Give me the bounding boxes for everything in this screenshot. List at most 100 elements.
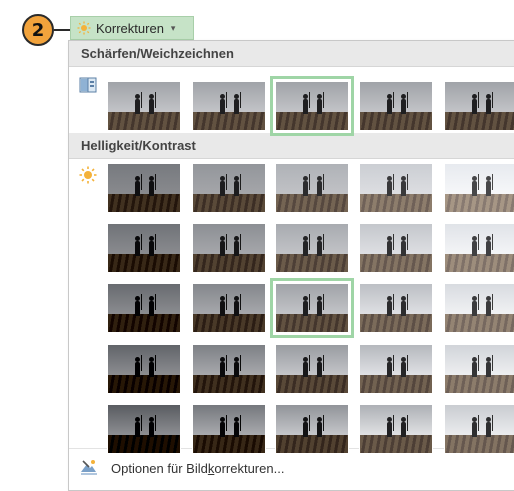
thumbnail-pole: [478, 415, 479, 431]
correction-thumbnail[interactable]: [192, 283, 266, 333]
correction-thumbnail[interactable]: [444, 223, 514, 273]
correction-thumbnail[interactable]: [275, 223, 349, 273]
thumbnail-figure: [317, 296, 322, 316]
korrekturen-label: Korrekturen: [96, 20, 164, 36]
correction-thumbnail[interactable]: [107, 81, 181, 131]
thumbnail-pole: [309, 174, 310, 190]
correction-thumbnail[interactable]: [359, 404, 433, 454]
thumbnail-figure: [220, 417, 225, 437]
thumbnail-rocks: [276, 434, 348, 453]
sharpen-icon: [79, 76, 97, 94]
sun-icon: [77, 21, 91, 35]
correction-thumbnail[interactable]: [359, 283, 433, 333]
correction-thumbnail[interactable]: [359, 163, 433, 213]
thumbnail-pole: [323, 294, 324, 310]
thumbnail-pole: [407, 92, 408, 108]
thumbnail-pole: [309, 415, 310, 431]
thumbnail-figure: [234, 296, 239, 316]
thumbnail-figure: [234, 357, 239, 377]
thumbnail-pole: [141, 174, 142, 190]
thumbnail-pole: [141, 415, 142, 431]
thumbnail-pole: [393, 174, 394, 190]
thumbnail-figure: [234, 417, 239, 437]
correction-thumbnail[interactable]: [192, 404, 266, 454]
thumbnail-figure: [149, 357, 154, 377]
thumbnail-pole: [407, 174, 408, 190]
correction-thumbnail[interactable]: [444, 163, 514, 213]
correction-thumbnail[interactable]: [270, 76, 354, 136]
thumbnail-pole: [240, 174, 241, 190]
thumbnail-figure: [317, 176, 322, 196]
thumbnail-figure: [303, 296, 308, 316]
thumbnail-rocks: [360, 193, 432, 212]
thumbnail-pole: [393, 294, 394, 310]
thumbnail-figure: [149, 236, 154, 256]
thumbnail-rocks: [445, 193, 514, 212]
correction-thumbnail[interactable]: [444, 81, 514, 131]
thumbnail-rocks: [360, 111, 432, 130]
correction-thumbnail[interactable]: [107, 344, 181, 394]
correction-thumbnail[interactable]: [107, 223, 181, 273]
correction-thumbnail[interactable]: [192, 223, 266, 273]
thumbnail-figure: [317, 94, 322, 114]
thumbnail-figure: [135, 417, 140, 437]
thumbnail-pole: [323, 355, 324, 371]
korrekturen-dropdown-button[interactable]: Korrekturen ▾: [70, 16, 194, 40]
thumbnail-figure: [472, 94, 477, 114]
correction-thumbnail[interactable]: [107, 283, 181, 333]
thumbnail-pole: [393, 234, 394, 250]
thumbnail-figure: [317, 236, 322, 256]
correction-thumbnail[interactable]: [270, 278, 354, 338]
correction-thumbnail[interactable]: [192, 163, 266, 213]
thumbnail-figure: [220, 176, 225, 196]
thumbnail-figure: [220, 236, 225, 256]
thumbnail-figure: [472, 357, 477, 377]
correction-thumbnail[interactable]: [444, 404, 514, 454]
step-callout-badge: 2: [22, 14, 54, 46]
thumbnail-figure: [317, 417, 322, 437]
thumbnail-figure: [401, 236, 406, 256]
thumbnail-figure: [486, 417, 491, 437]
thumbnail-pole: [478, 174, 479, 190]
thumbnail-rocks: [193, 434, 265, 453]
thumbnail-figure: [317, 357, 322, 377]
section-header-brightness: Helligkeit/Kontrast: [69, 133, 514, 159]
correction-thumbnail[interactable]: [444, 344, 514, 394]
thumbnail-pole: [492, 355, 493, 371]
thumbnail-rocks: [193, 193, 265, 212]
thumbnail-figure: [303, 176, 308, 196]
thumbnail-pole: [393, 355, 394, 371]
thumbnail-figure: [135, 357, 140, 377]
thumbnail-figure: [303, 236, 308, 256]
correction-thumbnail[interactable]: [107, 404, 181, 454]
thumbnail-figure: [303, 417, 308, 437]
correction-thumbnail[interactable]: [359, 344, 433, 394]
correction-thumbnail[interactable]: [359, 223, 433, 273]
thumbnail-rocks: [108, 253, 180, 272]
picture-corrections-options-link[interactable]: Optionen für Bildkorrekturen...: [69, 448, 514, 488]
thumbnail-figure: [234, 176, 239, 196]
thumbnail-figure: [135, 176, 140, 196]
correction-thumbnail[interactable]: [107, 163, 181, 213]
thumbnail-figure: [486, 176, 491, 196]
thumbnail-pole: [155, 294, 156, 310]
correction-thumbnail[interactable]: [444, 283, 514, 333]
correction-thumbnail[interactable]: [275, 344, 349, 394]
thumbnail-pole: [323, 234, 324, 250]
thumbnail-pole: [492, 92, 493, 108]
correction-thumbnail[interactable]: [192, 344, 266, 394]
correction-thumbnail[interactable]: [275, 404, 349, 454]
correction-thumbnail[interactable]: [192, 81, 266, 131]
thumbnail-rocks: [360, 374, 432, 393]
thumbnail-rocks: [445, 253, 514, 272]
thumbnail-pole: [407, 234, 408, 250]
thumbnail-rocks: [193, 253, 265, 272]
correction-thumbnail[interactable]: [359, 81, 433, 131]
thumbnail-figure: [472, 236, 477, 256]
thumbnail-rocks: [276, 374, 348, 393]
thumbnail-pole: [492, 174, 493, 190]
thumbnail-pole: [155, 415, 156, 431]
correction-thumbnail[interactable]: [275, 163, 349, 213]
thumbnail-figure: [486, 236, 491, 256]
thumbnail-rocks: [445, 434, 514, 453]
